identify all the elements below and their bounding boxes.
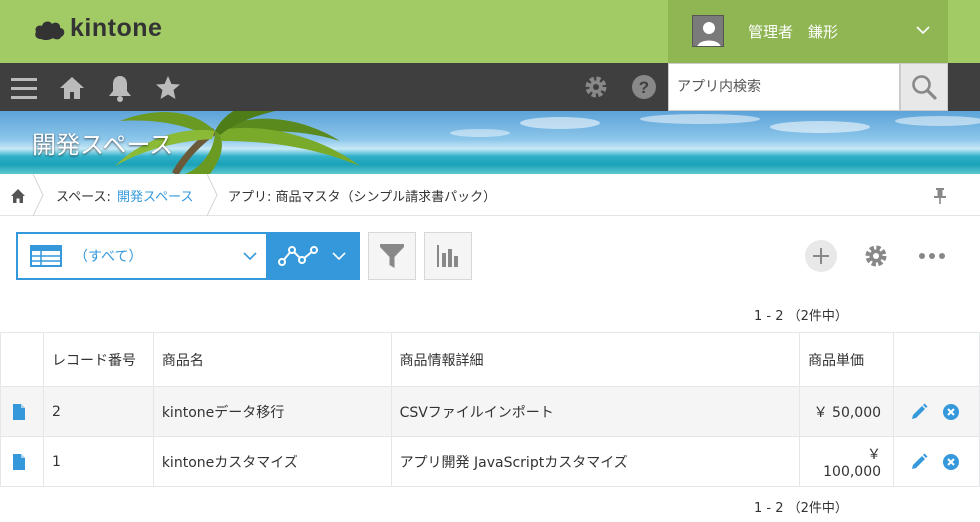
breadcrumb-app: アプリ: 商品マスタ（シンプル請求書パック） — [228, 190, 497, 205]
delete-icon[interactable] — [942, 453, 960, 471]
graph-selector[interactable] — [268, 232, 360, 280]
view-label: （すべて） — [74, 249, 143, 265]
more-options-icon[interactable] — [918, 252, 946, 260]
chevron-down-icon — [243, 252, 257, 261]
pager-top: 1 - 2 （2件中） — [754, 309, 848, 324]
edit-icon[interactable] — [910, 403, 928, 421]
column-header[interactable]: 商品情報詳細 — [390, 332, 801, 387]
home-icon[interactable] — [10, 188, 26, 204]
filter-button[interactable] — [368, 232, 416, 280]
chart-button[interactable] — [424, 232, 472, 280]
document-icon[interactable] — [13, 453, 25, 470]
breadcrumb: スペース: 開発スペース アプリ: 商品マスタ（シンプル請求書パック） — [0, 174, 980, 216]
search-box — [668, 63, 900, 111]
svg-text:?: ? — [639, 78, 649, 97]
add-record-button[interactable] — [805, 240, 837, 272]
search-icon — [912, 75, 937, 100]
pager-bottom: 1 - 2 （2件中） — [754, 501, 848, 516]
product-detail: アプリ開発 JavaScriptカスタマイズ — [390, 436, 801, 487]
column-header[interactable]: 商品名 — [152, 332, 392, 387]
record-number: 2 — [42, 386, 154, 437]
search-input[interactable] — [669, 64, 899, 110]
header-actions-col — [893, 332, 980, 387]
header-icon-col — [0, 332, 44, 387]
breadcrumb-separator — [32, 174, 44, 216]
product-detail: CSVファイルインポート — [390, 386, 801, 437]
column-header[interactable]: レコード番号 — [42, 332, 154, 387]
breadcrumb-separator — [206, 174, 218, 216]
edit-icon[interactable] — [910, 453, 928, 471]
app-header: kintone 管理者 鎌形 — [0, 0, 980, 63]
space-title: 開発スペース — [32, 131, 174, 159]
cloud-icon — [35, 21, 65, 40]
table-row: 1 kintoneカスタマイズ アプリ開発 JavaScriptカスタマイズ ￥… — [0, 436, 980, 487]
row-actions — [893, 436, 980, 487]
plus-icon — [813, 248, 829, 264]
row-actions — [893, 386, 980, 437]
line-chart-icon — [278, 246, 318, 266]
gear-icon[interactable] — [863, 243, 889, 269]
record-number: 1 — [42, 436, 154, 487]
document-icon[interactable] — [13, 403, 25, 420]
bar-chart-icon — [437, 245, 458, 267]
record-detail-cell[interactable] — [0, 436, 44, 487]
view-selector[interactable]: （すべて） — [16, 232, 268, 280]
search-button[interactable] — [900, 63, 948, 111]
record-detail-cell[interactable] — [0, 386, 44, 437]
breadcrumb-space-prefix: スペース: — [56, 190, 111, 205]
records-table: レコード番号 商品名 商品情報詳細 商品単価 2 kintoneデータ移行 CS… — [0, 332, 980, 487]
product-name: kintoneカスタマイズ — [152, 436, 392, 487]
table-row: 2 kintoneデータ移行 CSVファイルインポート ￥ 50,000 — [0, 386, 980, 437]
product-price: ￥ 50,000 — [799, 386, 895, 437]
logo-text: kintone — [70, 14, 163, 42]
home-icon[interactable] — [59, 75, 85, 101]
menu-icon[interactable] — [10, 76, 38, 100]
breadcrumb-space-link[interactable]: 開発スペース — [117, 186, 193, 205]
chevron-down-icon — [332, 252, 346, 261]
kintone-logo[interactable]: kintone — [34, 14, 162, 43]
space-banner: 開発スペース — [0, 111, 980, 174]
pin-icon[interactable] — [933, 187, 947, 205]
table-header-row: レコード番号 商品名 商品情報詳細 商品単価 — [0, 332, 980, 387]
help-icon[interactable]: ? — [631, 74, 657, 100]
table-view-icon — [30, 245, 62, 267]
user-icon — [693, 16, 723, 46]
filter-icon — [380, 244, 404, 268]
product-name: kintoneデータ移行 — [152, 386, 392, 437]
star-icon[interactable] — [155, 75, 181, 101]
user-menu[interactable]: 管理者 鎌形 — [668, 0, 948, 63]
avatar — [692, 15, 724, 47]
chevron-down-icon[interactable] — [916, 20, 930, 40]
bell-icon[interactable] — [107, 74, 133, 102]
column-header[interactable]: 商品単価 — [799, 332, 895, 387]
user-name: 管理者 鎌形 — [748, 23, 839, 41]
delete-icon[interactable] — [942, 403, 960, 421]
gear-icon[interactable] — [583, 74, 609, 100]
product-price: ￥ 100,000 — [799, 436, 895, 487]
